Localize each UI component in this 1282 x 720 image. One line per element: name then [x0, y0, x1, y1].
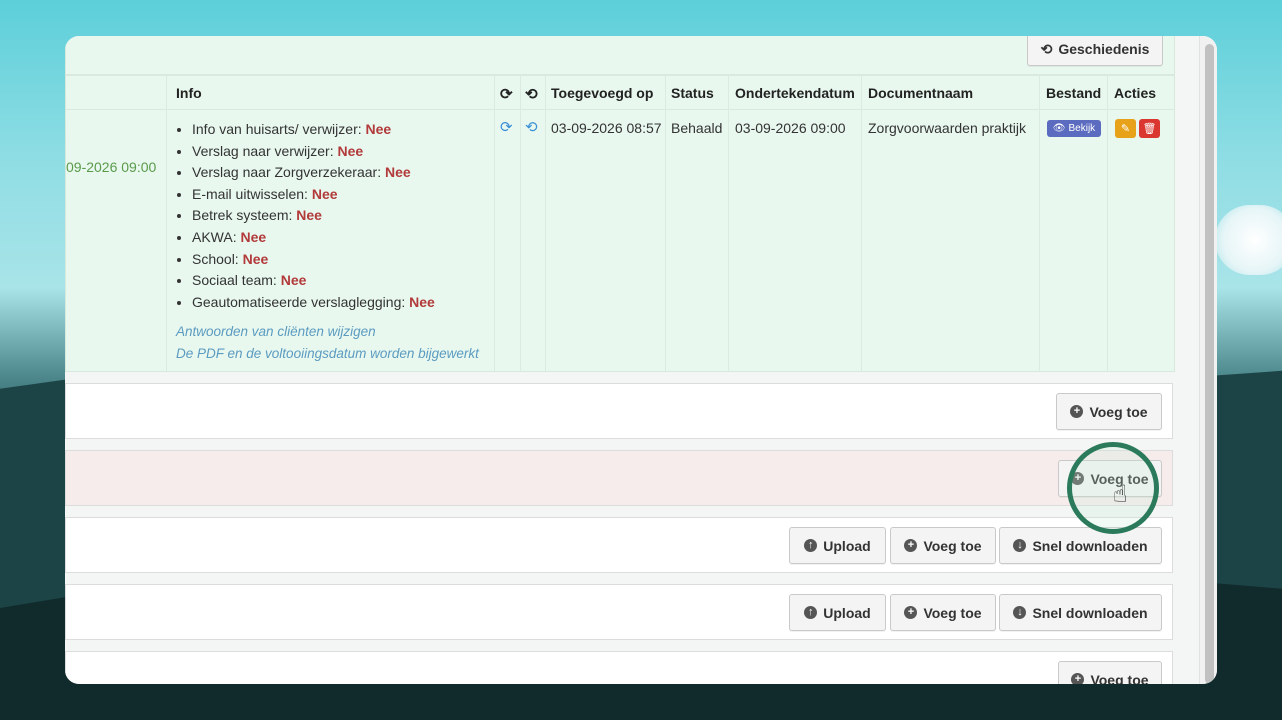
- column-header-file: Bestand: [1046, 85, 1102, 101]
- add-button-label: Voeg toe: [923, 537, 982, 554]
- sync-icon[interactable]: ⟳: [500, 85, 513, 103]
- document-name-value: Zorgvoorwaarden praktijk: [868, 120, 1026, 136]
- row-history-icon[interactable]: ⟲: [525, 118, 538, 136]
- history-button-label: Geschiedenis: [1058, 41, 1150, 57]
- plus-circle-icon: +: [1070, 405, 1084, 418]
- list-item: E-mail uitwisselen: Nee: [192, 184, 435, 206]
- trash-icon: 🗑: [1142, 122, 1157, 135]
- added-on-value: 03-09-2026 08:57: [551, 120, 662, 136]
- add-button[interactable]: + Voeg toe: [890, 527, 996, 564]
- section-panel: + Voeg toe: [65, 651, 1173, 684]
- add-button-label: Voeg toe: [1090, 671, 1149, 685]
- column-separator: [665, 76, 666, 371]
- quick-download-label: Snel downloaden: [1032, 537, 1148, 554]
- hand-cursor-icon: ☝: [1113, 480, 1128, 508]
- section-panel-warning: + Voeg toe: [65, 450, 1173, 506]
- app-window: ⟲ Geschiedenis Info ⟳ ⟲ Toegevoegd op St…: [65, 36, 1217, 684]
- pdf-update-note: De PDF en de voltooiingsdatum worden bij…: [176, 346, 479, 361]
- history-button[interactable]: ⟲ Geschiedenis: [1027, 36, 1163, 66]
- document-row-panel: ⟲ Geschiedenis Info ⟳ ⟲ Toegevoegd op St…: [65, 36, 1175, 372]
- status-value: Behaald: [671, 120, 723, 136]
- delete-button[interactable]: 🗑: [1139, 119, 1160, 138]
- column-separator: [728, 76, 729, 371]
- column-header-status[interactable]: Status: [671, 85, 714, 101]
- upload-button[interactable]: ↑ Upload: [789, 594, 886, 631]
- quick-download-label: Snel downloaden: [1032, 604, 1148, 621]
- quick-download-button[interactable]: ↓ Snel downloaden: [999, 527, 1162, 564]
- add-button[interactable]: + Voeg toe: [1056, 393, 1162, 430]
- column-header-signed-date[interactable]: Ondertekendatum: [735, 85, 855, 101]
- edit-button[interactable]: ✎: [1115, 119, 1136, 138]
- partial-date: 09-2026 09:00: [66, 159, 157, 175]
- column-header-added-on[interactable]: Toegevoegd op: [551, 85, 653, 101]
- list-item: Verslag naar Zorgverzekeraar: Nee: [192, 162, 435, 184]
- upload-icon: ↑: [804, 539, 818, 552]
- list-item: Info van huisarts/ verwijzer: Nee: [192, 119, 435, 141]
- list-item: Verslag naar verwijzer: Nee: [192, 141, 435, 163]
- column-header-info: Info: [176, 85, 202, 101]
- column-separator: [1039, 76, 1040, 371]
- column-separator: [1107, 76, 1108, 371]
- scrollbar-thumb[interactable]: [1205, 44, 1214, 684]
- download-icon: ↓: [1013, 539, 1027, 552]
- column-separator: [545, 76, 546, 371]
- section-panel: ↑ Upload + Voeg toe ↓ Snel downloaden: [65, 584, 1173, 640]
- row-sync-icon[interactable]: ⟳: [500, 118, 513, 136]
- add-button[interactable]: + Voeg toe: [1058, 661, 1162, 684]
- view-file-button[interactable]: 👁 Bekijk: [1047, 120, 1101, 137]
- column-header-document-name[interactable]: Documentnaam: [868, 85, 973, 101]
- download-icon: ↓: [1013, 606, 1027, 619]
- table-header-top-border: [66, 74, 1174, 76]
- list-item: School: Nee: [192, 249, 435, 271]
- column-separator: [861, 76, 862, 371]
- plus-circle-icon: +: [1071, 673, 1085, 684]
- signed-date-value: 03-09-2026 09:00: [735, 120, 846, 136]
- eye-icon: 👁: [1052, 123, 1066, 134]
- add-button[interactable]: + Voeg toe: [890, 594, 996, 631]
- column-separator: [494, 76, 495, 371]
- table-header-bottom-border: [66, 109, 1174, 110]
- history-icon: ⟲: [1040, 40, 1053, 57]
- add-button-label: Voeg toe: [923, 604, 982, 621]
- info-list: Info van huisarts/ verwijzer: Nee Versla…: [174, 119, 435, 313]
- upload-icon: ↑: [804, 606, 818, 619]
- background-cloud: [1215, 205, 1282, 275]
- view-file-label: Bekijk: [1068, 123, 1096, 134]
- section-panel: ↑ Upload + Voeg toe ↓ Snel downloaden: [65, 517, 1173, 573]
- upload-button[interactable]: ↑ Upload: [789, 527, 886, 564]
- column-header-actions: Acties: [1114, 85, 1157, 101]
- history-column-icon[interactable]: ⟲: [525, 85, 538, 103]
- column-separator: [520, 76, 521, 371]
- add-button-label: Voeg toe: [1089, 403, 1148, 420]
- list-item: Geautomatiseerde verslaglegging: Nee: [192, 292, 435, 314]
- section-panel: + Voeg toe: [65, 383, 1173, 439]
- list-item: AKWA: Nee: [192, 227, 435, 249]
- list-item: Betrek systeem: Nee: [192, 205, 435, 227]
- pencil-icon: ✎: [1120, 122, 1131, 135]
- edit-answers-link[interactable]: Antwoorden van cliënten wijzigen: [176, 324, 376, 339]
- column-separator: [166, 76, 167, 371]
- upload-button-label: Upload: [823, 604, 871, 621]
- upload-button-label: Upload: [823, 537, 871, 554]
- plus-circle-icon: +: [904, 539, 918, 552]
- list-item: Sociaal team: Nee: [192, 270, 435, 292]
- quick-download-button[interactable]: ↓ Snel downloaden: [999, 594, 1162, 631]
- plus-circle-icon: +: [904, 606, 918, 619]
- vertical-scrollbar[interactable]: [1199, 36, 1217, 684]
